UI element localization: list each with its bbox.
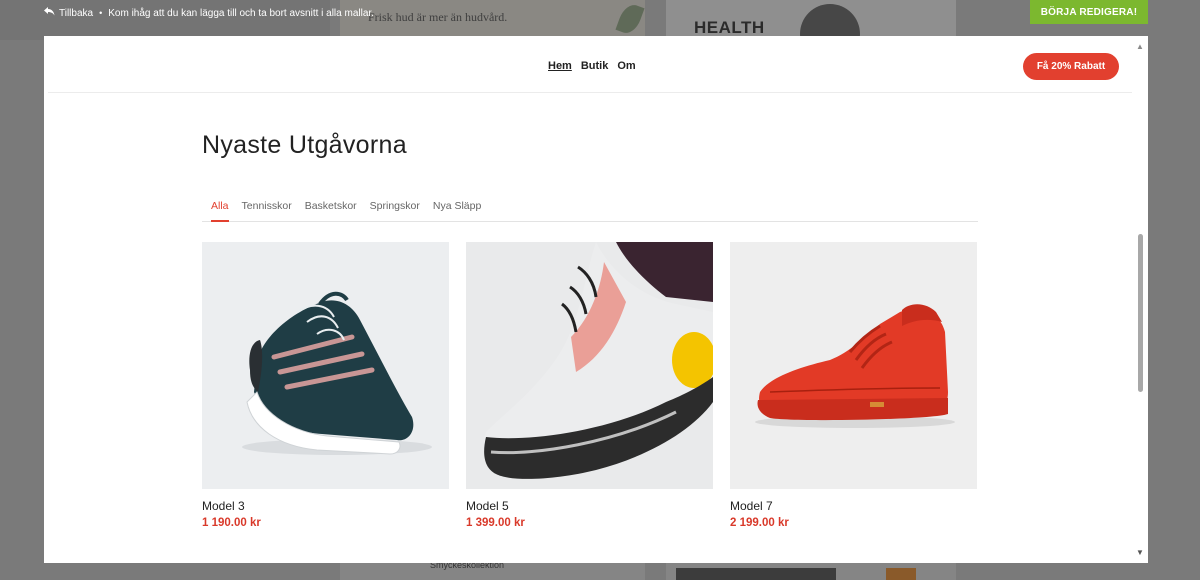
backdrop-image <box>886 568 916 580</box>
product-image-white-running-shoe[interactable] <box>466 242 713 489</box>
tab-tennis-shoes[interactable]: Tennisskor <box>242 191 292 222</box>
product-card[interactable]: Model 3 1 190.00 kr <box>202 242 449 529</box>
product-image-red-high-top-sneaker[interactable] <box>730 242 977 489</box>
nav-item-shop[interactable]: Butik <box>581 60 609 72</box>
tab-basketball-shoes[interactable]: Basketskor <box>305 191 357 222</box>
site-header: Hem Butik Om Få 20% Rabatt <box>48 36 1132 93</box>
template-preview: Hem Butik Om Få 20% Rabatt Nyaste Utgåvo… <box>44 36 1148 563</box>
scroll-up-arrow-icon[interactable]: ▲ <box>1136 42 1144 51</box>
back-link[interactable]: Tillbaka <box>44 7 93 19</box>
editor-topbar: Tillbaka • Kom ihåg att du kan lägga til… <box>0 0 1200 26</box>
product-price: 1 190.00 kr <box>202 517 261 529</box>
site-nav: Hem Butik Om <box>548 60 636 72</box>
nav-item-home[interactable]: Hem <box>548 60 572 72</box>
tab-running-shoes[interactable]: Springskor <box>370 191 420 222</box>
start-editing-button[interactable]: BÖRJA REDIGERA! <box>1030 0 1148 24</box>
category-tabs: Alla Tennisskor Basketskor Springskor Ny… <box>202 191 978 222</box>
backdrop-image <box>676 568 836 580</box>
product-name[interactable]: Model 5 <box>466 499 713 513</box>
product-name[interactable]: Model 3 <box>202 499 449 513</box>
product-image-dark-green-sneaker[interactable] <box>202 242 449 489</box>
product-grid: Model 3 1 190.00 kr Model 5 1 399.00 kr <box>202 242 977 529</box>
scroll-down-arrow-icon[interactable]: ▼ <box>1136 548 1144 557</box>
back-arrow-icon <box>44 7 55 19</box>
product-card[interactable]: Model 5 1 399.00 kr <box>466 242 713 529</box>
discount-button[interactable]: Få 20% Rabatt <box>1023 53 1119 80</box>
tab-new-releases[interactable]: Nya Släpp <box>433 191 481 222</box>
product-price: 2 199.00 kr <box>730 517 789 529</box>
nav-item-about[interactable]: Om <box>617 60 635 72</box>
tab-all[interactable]: Alla <box>211 191 229 222</box>
back-label: Tillbaka <box>59 7 94 19</box>
scroll-thumb[interactable] <box>1138 234 1143 392</box>
section-title: Nyaste Utgåvorna <box>202 131 407 159</box>
product-card[interactable]: Model 7 2 199.00 kr <box>730 242 977 529</box>
product-price: 1 399.00 kr <box>466 517 525 529</box>
preview-scrollbar[interactable]: ▲ ▼ <box>1132 36 1148 563</box>
editor-reminder: Kom ihåg att du kan lägga till och ta bo… <box>108 7 374 19</box>
separator-dot: • <box>99 8 103 18</box>
product-name[interactable]: Model 7 <box>730 499 977 513</box>
